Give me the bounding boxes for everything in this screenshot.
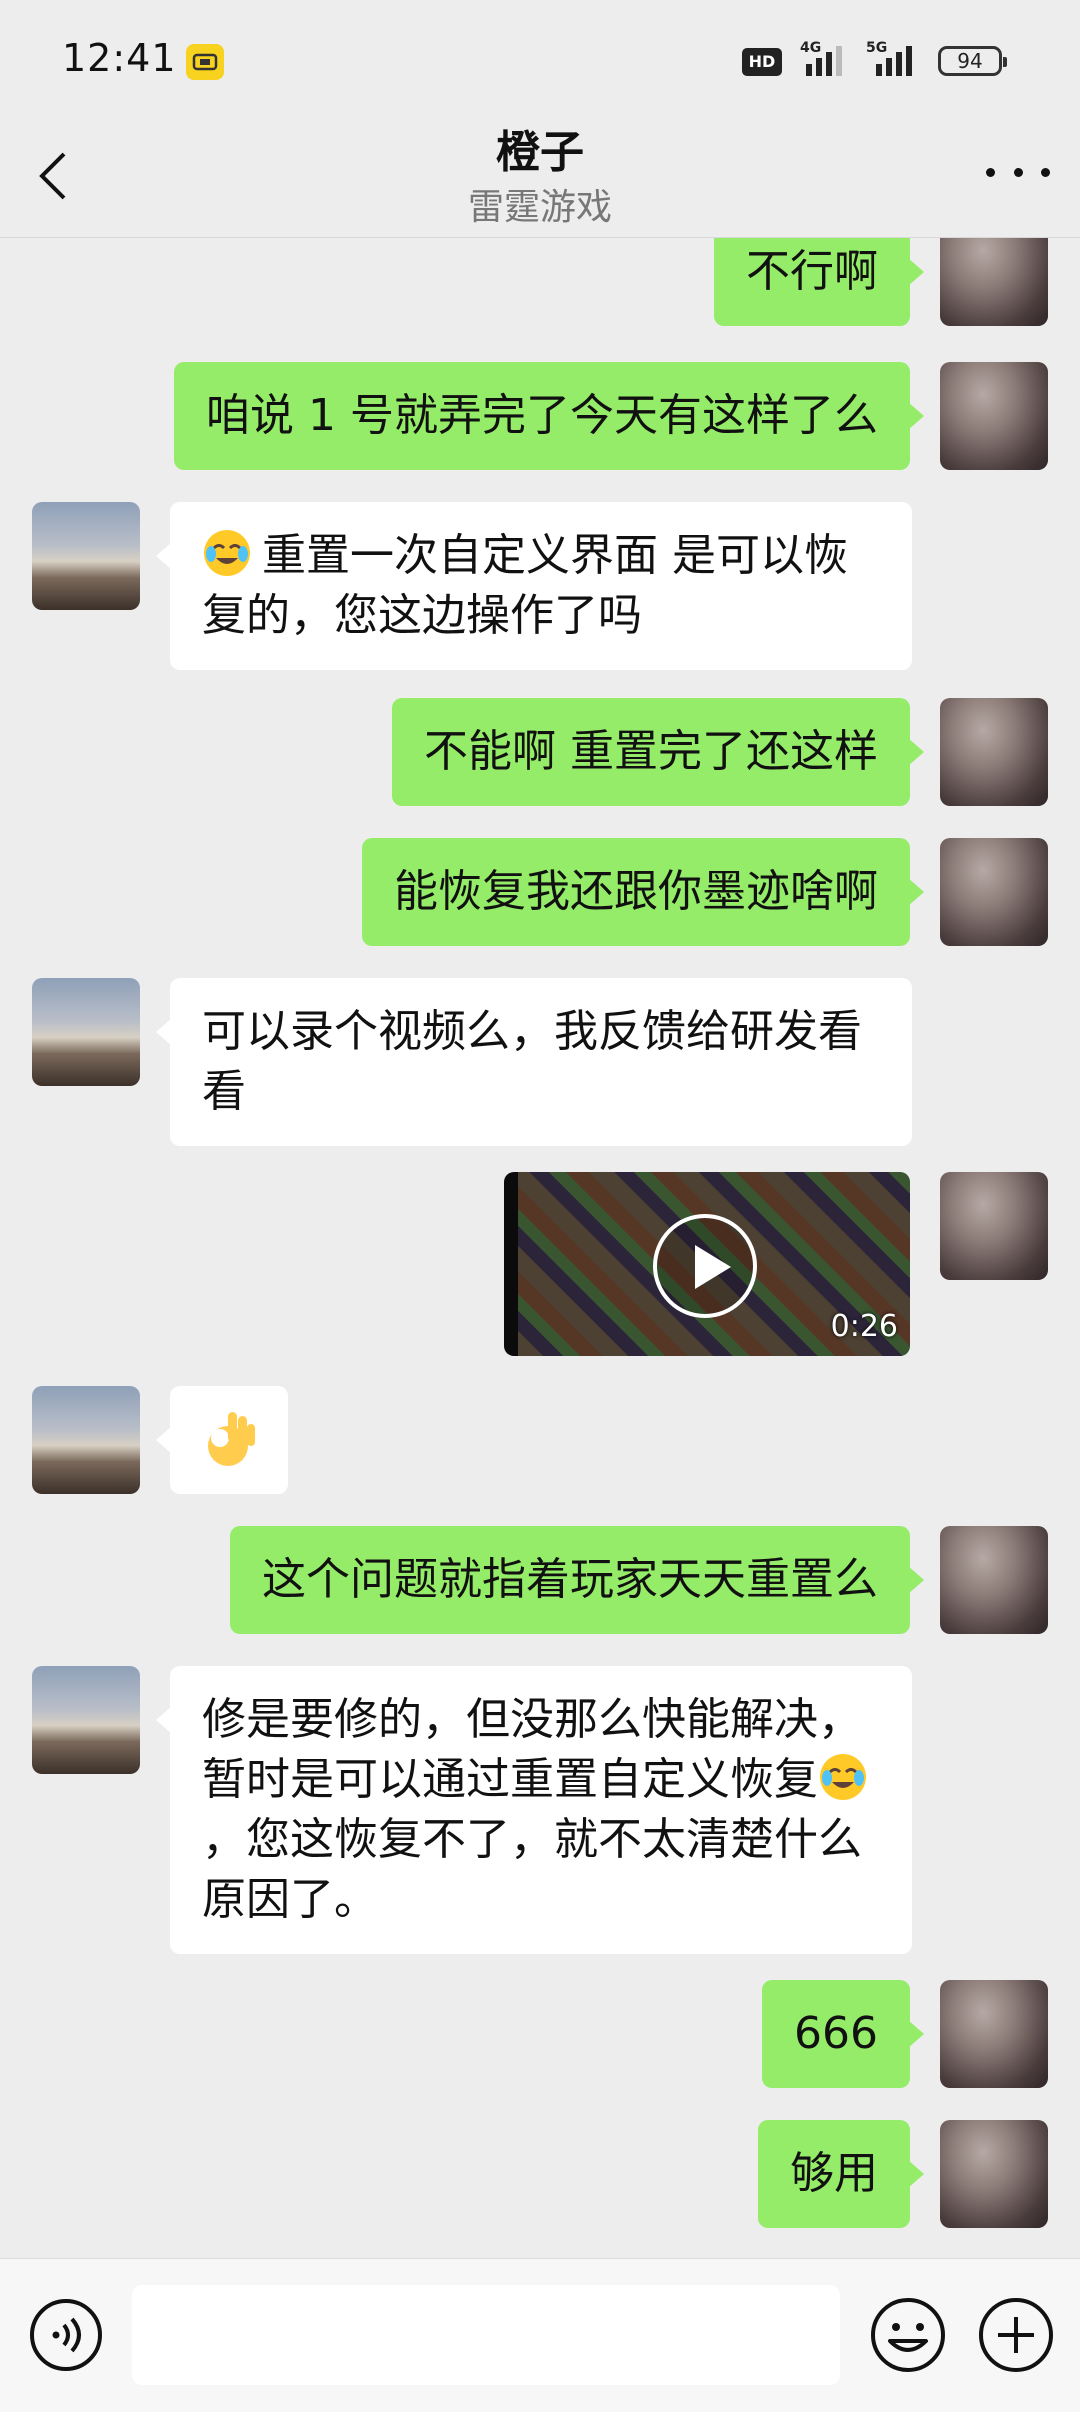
message-bubble[interactable]: 能恢复我还跟你墨迹啥啊 <box>362 838 924 946</box>
smiley-icon <box>871 2298 945 2372</box>
message-bubble[interactable]: 够用 <box>758 2120 924 2228</box>
network-type-label: 5G <box>866 40 888 56</box>
battery-icon: 94 <box>938 46 1007 76</box>
message-bubble[interactable]: 咱说 1 号就弄完了今天有这样了么 <box>174 362 924 470</box>
chat-header: 橙子 雷霆游戏 <box>0 110 1080 238</box>
voice-input-button[interactable] <box>28 2297 104 2373</box>
signal-icon-4g: 4G <box>800 40 848 78</box>
message-text: 重置一次自定义界面 是可以恢复的，您这边操作了吗 <box>202 530 848 641</box>
voice-icon <box>30 2299 102 2371</box>
avatar-contact[interactable] <box>32 1666 140 1774</box>
message-bubble[interactable]: 这个问题就指着玩家天天重置么 <box>230 1526 924 1634</box>
more-dots-icon <box>986 167 995 177</box>
face-with-tears-emoji <box>818 1752 868 1802</box>
avatar-self[interactable] <box>940 698 1048 806</box>
chat-subtitle: 雷霆游戏 <box>467 187 612 228</box>
avatar-self[interactable] <box>940 238 1048 326</box>
avatar-contact[interactable] <box>32 502 140 610</box>
message-bubble[interactable]: 修是要修的，但没那么快能解决，暂时是可以通过重置自定义恢复 ，您这恢复不了，就不… <box>156 1666 912 1954</box>
more-actions-button[interactable] <box>976 2295 1056 2375</box>
message-bubble[interactable] <box>156 1386 288 1494</box>
ok-hand-emoji <box>208 1412 255 1466</box>
message-text: ，您这恢复不了，就不太清楚什么原因了。 <box>202 1814 862 1925</box>
status-bar: 12:41 HD 4G 5G 94 <box>0 0 1080 120</box>
more-options-button[interactable] <box>986 150 1050 194</box>
signal-icon-5g: 5G <box>866 40 922 78</box>
video-message[interactable]: 0:26 <box>504 1172 910 1356</box>
message-bubble[interactable]: 可以录个视频么，我反馈给研发看看 <box>156 978 912 1146</box>
network-type-label: 4G <box>800 40 822 56</box>
avatar-contact[interactable] <box>32 978 140 1086</box>
face-with-tears-emoji <box>202 528 252 578</box>
message-bubble[interactable]: 不能啊 重置完了还这样 <box>392 698 924 806</box>
avatar-self[interactable] <box>940 838 1048 946</box>
avatar-self[interactable] <box>940 1526 1048 1634</box>
video-duration: 0:26 <box>830 1309 898 1344</box>
plus-icon <box>979 2298 1053 2372</box>
message-bubble[interactable]: 666 <box>762 1980 924 2088</box>
message-text: 修是要修的，但没那么快能解决，暂时是可以通过重置自定义恢复 <box>202 1694 862 1805</box>
notification-app-icon <box>186 44 224 80</box>
status-time: 12:41 <box>62 36 177 80</box>
message-bubble[interactable]: 重置一次自定义界面 是可以恢复的，您这边操作了吗 <box>156 502 912 670</box>
battery-level: 94 <box>957 49 983 73</box>
emoji-button[interactable] <box>868 2295 948 2375</box>
input-bar <box>0 2258 1080 2412</box>
hd-voice-icon: HD <box>742 48 782 76</box>
avatar-contact[interactable] <box>32 1386 140 1494</box>
message-input[interactable] <box>132 2285 840 2385</box>
avatar-self[interactable] <box>940 1980 1048 2088</box>
message-list[interactable]: 不行啊 咱说 1 号就弄完了今天有这样了么 重置一次自定义界面 是可以恢复的，您… <box>0 238 1080 2258</box>
avatar-self[interactable] <box>940 2120 1048 2228</box>
avatar-self[interactable] <box>940 362 1048 470</box>
chat-title: 橙子 <box>496 127 584 178</box>
play-icon[interactable] <box>653 1214 757 1318</box>
avatar-self[interactable] <box>940 1172 1048 1280</box>
message-bubble[interactable]: 不行啊 <box>714 238 924 326</box>
